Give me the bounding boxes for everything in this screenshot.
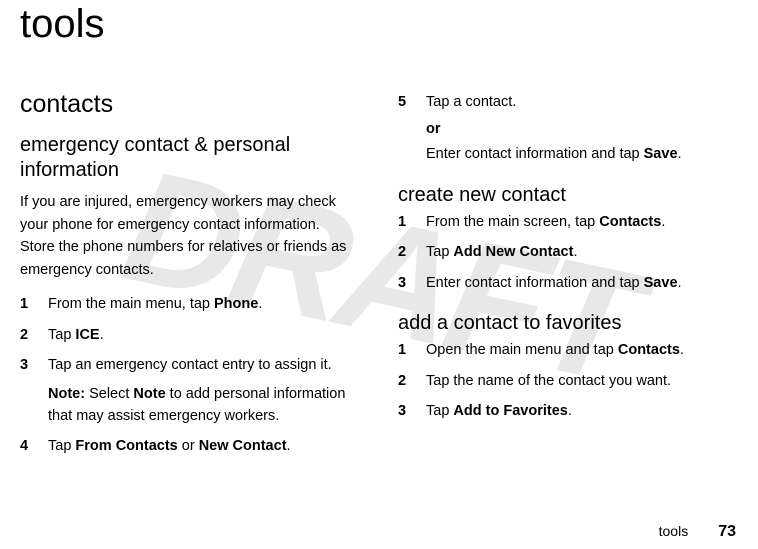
- text: Enter contact information and tap: [426, 275, 644, 291]
- emergency-step-2: 2 Tap ICE.: [20, 324, 354, 346]
- emergency-step-5: 5 Tap a contact.: [398, 91, 732, 113]
- enter-contact-text: Enter contact information and tap Save.: [426, 143, 732, 165]
- emergency-step-1: 1 From the main menu, tap Phone.: [20, 293, 354, 315]
- text: Tap an emergency contact entry to assign…: [48, 357, 332, 373]
- step-text: From the main screen, tap Contacts.: [426, 211, 732, 233]
- page-content: tools contacts emergency contact & perso…: [0, 2, 758, 466]
- footer-label: tools: [659, 523, 689, 539]
- subsection-emergency: emergency contact & personal information: [20, 133, 354, 183]
- text: .: [287, 438, 291, 454]
- or-text: or: [426, 121, 732, 137]
- text: .: [100, 327, 104, 343]
- step-number: 1: [398, 211, 410, 233]
- bold-text: ICE: [75, 327, 99, 343]
- step-number: 2: [20, 324, 32, 346]
- columns: contacts emergency contact & personal in…: [20, 91, 738, 466]
- text: or: [178, 438, 199, 454]
- text: .: [661, 214, 665, 230]
- note-label: Note:: [48, 386, 85, 402]
- text: .: [678, 275, 682, 291]
- page-footer: tools 73: [659, 523, 736, 541]
- text: .: [258, 296, 262, 312]
- step-number: 1: [398, 339, 410, 361]
- subsection-favorites: add a contact to favorites: [398, 312, 732, 335]
- fav-step-3: 3 Tap Add to Favorites.: [398, 400, 732, 422]
- bold-text: New Contact: [199, 438, 287, 454]
- text: Tap the name of the contact you want.: [426, 373, 671, 389]
- text: From the main menu, tap: [48, 296, 214, 312]
- step-number: 3: [398, 400, 410, 422]
- fav-step-1: 1 Open the main menu and tap Contacts.: [398, 339, 732, 361]
- text: Select: [85, 386, 133, 402]
- text: Tap: [426, 403, 453, 419]
- step-text: Tap From Contacts or New Contact.: [48, 435, 354, 457]
- bold-text: Phone: [214, 296, 258, 312]
- text: Tap: [48, 438, 75, 454]
- create-step-1: 1 From the main screen, tap Contacts.: [398, 211, 732, 233]
- step-number: 2: [398, 241, 410, 263]
- emergency-step-4: 4 Tap From Contacts or New Contact.: [20, 435, 354, 457]
- step-text: Open the main menu and tap Contacts.: [426, 339, 732, 361]
- text: Tap: [48, 327, 75, 343]
- step-number: 3: [398, 272, 410, 294]
- subsection-create-contact: create new contact: [398, 184, 732, 207]
- emergency-intro: If you are injured, emergency workers ma…: [20, 191, 354, 281]
- text: Enter contact information and tap: [426, 146, 644, 162]
- step-number: 3: [20, 354, 32, 427]
- page-title: tools: [20, 2, 738, 47]
- step-text: Tap a contact.: [426, 91, 732, 113]
- section-contacts: contacts: [20, 91, 354, 117]
- emergency-step-3: 3 Tap an emergency contact entry to assi…: [20, 354, 354, 427]
- text: .: [678, 146, 682, 162]
- bold-text: Note: [133, 386, 165, 402]
- step-text: Enter contact information and tap Save.: [426, 272, 732, 294]
- step-text: From the main menu, tap Phone.: [48, 293, 354, 315]
- step-text: Tap Add to Favorites.: [426, 400, 732, 422]
- create-step-2: 2 Tap Add New Contact.: [398, 241, 732, 263]
- step-text: Tap Add New Contact.: [426, 241, 732, 263]
- step-text: Tap the name of the contact you want.: [426, 370, 732, 392]
- right-column: 5 Tap a contact. or Enter contact inform…: [398, 91, 732, 466]
- create-step-3: 3 Enter contact information and tap Save…: [398, 272, 732, 294]
- bold-text: Contacts: [599, 214, 661, 230]
- step-text: Tap an emergency contact entry to assign…: [48, 354, 354, 427]
- step-number: 2: [398, 370, 410, 392]
- text: Tap: [426, 244, 453, 260]
- text: .: [573, 244, 577, 260]
- left-column: contacts emergency contact & personal in…: [20, 91, 354, 466]
- text: Open the main menu and tap: [426, 342, 618, 358]
- text: From the main screen, tap: [426, 214, 599, 230]
- fav-step-2: 2 Tap the name of the contact you want.: [398, 370, 732, 392]
- bold-text: Contacts: [618, 342, 680, 358]
- page-number: 73: [718, 523, 736, 541]
- step-number: 1: [20, 293, 32, 315]
- step-note: Note: Select Note to add personal inform…: [48, 383, 354, 428]
- bold-text: Add New Contact: [453, 244, 573, 260]
- bold-text: Save: [644, 146, 678, 162]
- text: .: [568, 403, 572, 419]
- bold-text: From Contacts: [75, 438, 177, 454]
- bold-text: Save: [644, 275, 678, 291]
- step-number: 4: [20, 435, 32, 457]
- step-number: 5: [398, 91, 410, 113]
- bold-text: Add to Favorites: [453, 403, 567, 419]
- text: .: [680, 342, 684, 358]
- step-text: Tap ICE.: [48, 324, 354, 346]
